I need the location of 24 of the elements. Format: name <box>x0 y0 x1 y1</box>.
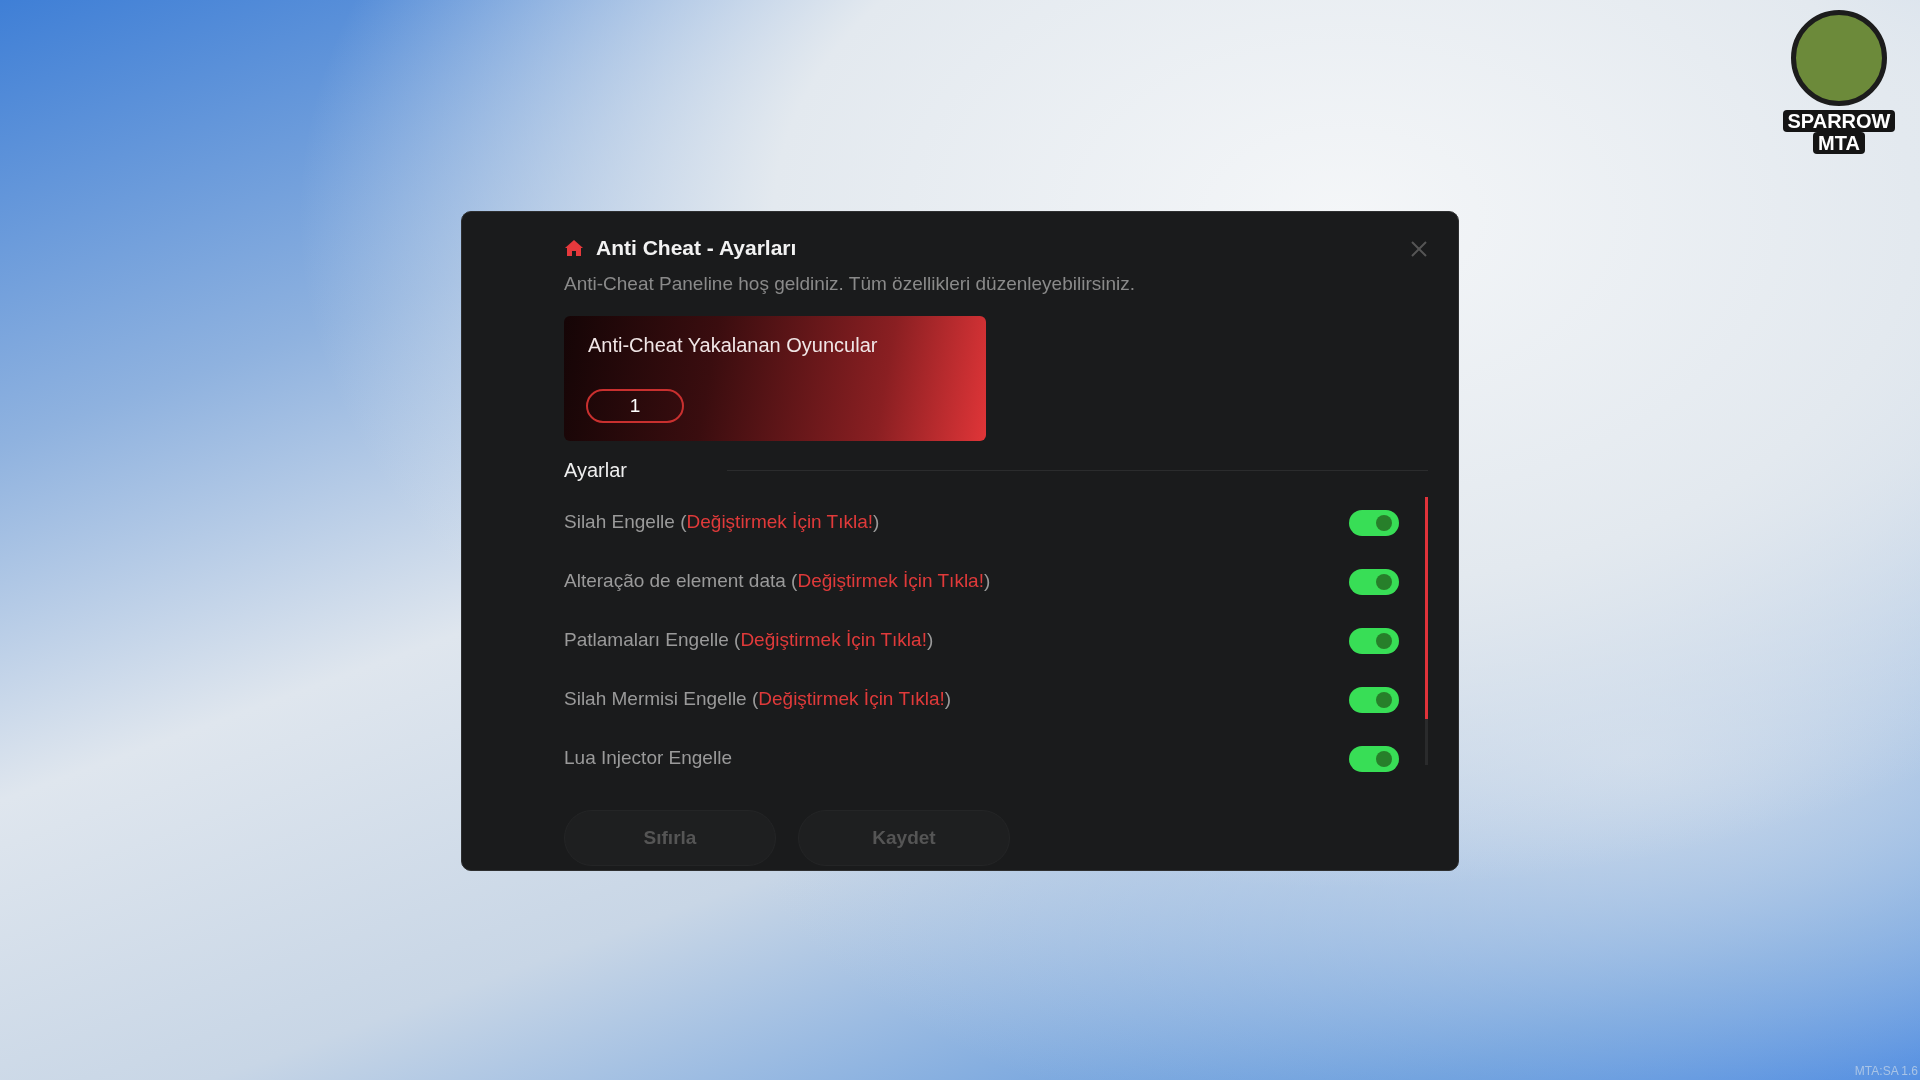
toggle-switch[interactable] <box>1349 568 1399 595</box>
setting-label: Alteração de element data (Değiştirmek İçin Tıkla!) <box>564 569 991 594</box>
section-title: Ayarlar <box>564 458 627 483</box>
count-badge: 1 <box>586 389 684 423</box>
toggle-link[interactable]: Değiştirmek İçin Tıkla! <box>758 688 945 710</box>
toggle-link[interactable]: Değiştirmek İçin Tıkla! <box>740 629 927 651</box>
setting-label: Silah Mermisi Engelle (Değiştirmek İçin Tıkla!) <box>564 687 952 712</box>
dialog-title: Anti Cheat - Ayarları <box>596 235 797 261</box>
logo-text: SPARROW <box>1782 110 1896 132</box>
toggle-switch[interactable] <box>1349 745 1399 772</box>
home-icon <box>564 238 584 257</box>
stat-label: Anti-Cheat Yakalanan Oyuncular <box>588 333 879 358</box>
setting-label: Silah Engelle (Değiştirmek İçin Tıkla!) <box>564 510 880 535</box>
logo-text: MTA <box>1813 132 1865 154</box>
toggle-switch[interactable] <box>1349 509 1399 536</box>
toggle-link[interactable]: Değiştirmek İçin Tıkla! <box>797 570 984 592</box>
scrollbar-thumb[interactable] <box>1425 497 1428 719</box>
dialog-subtitle: Anti-Cheat Paneline hoş geldiniz. Tüm özellikleri düzenleyebilirsiniz. <box>564 271 1136 296</box>
setting-label: Lua Injector Engelle <box>564 746 732 771</box>
toggle-switch[interactable] <box>1349 627 1399 654</box>
toggle-link[interactable]: Değiştirmek İçin Tıkla! <box>686 511 874 533</box>
toggle-switch[interactable] <box>1349 686 1399 713</box>
version-label: MTA:SA 1.6 <box>1854 1063 1918 1080</box>
setting-label: Patlamaları Engelle (Değiştirmek İçin Tıkla!) <box>564 628 934 653</box>
